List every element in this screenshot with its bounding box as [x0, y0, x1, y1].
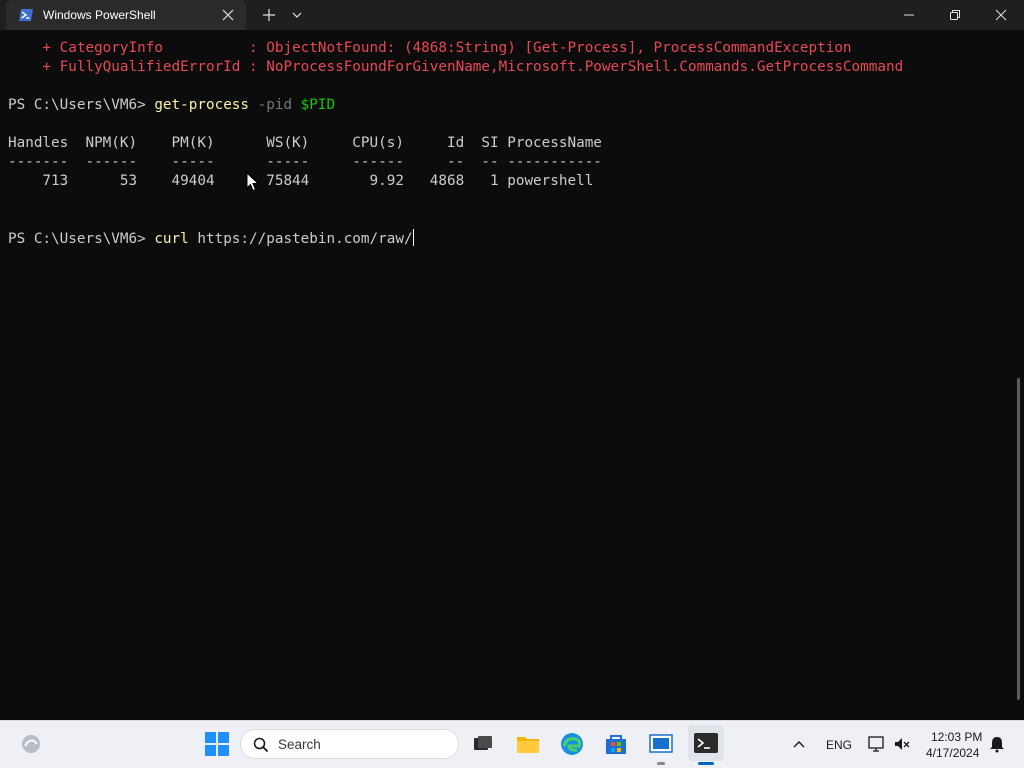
close-tab-icon[interactable]: [221, 8, 235, 22]
clock-date[interactable]: 4/17/2024: [926, 746, 979, 760]
error-fully-qualified-id: + FullyQualifiedErrorId : NoProcessFound…: [8, 59, 904, 75]
start-icon[interactable]: [204, 731, 230, 757]
prompt: PS C:\Users\VM6>: [8, 97, 155, 113]
prompt: PS C:\Users\VM6>: [8, 231, 155, 247]
minimize-icon: [904, 14, 914, 16]
taskbar-search-input[interactable]: Search: [240, 729, 459, 759]
command-line-get-process: PS C:\Users\VM6> get-process -pid $PID: [8, 96, 335, 115]
text-caret: [412, 229, 414, 246]
curl-argument: https://pastebin.com/raw/: [197, 231, 413, 247]
notification-bell-icon[interactable]: [988, 735, 1006, 753]
restore-icon: [950, 10, 960, 20]
task-view-icon[interactable]: [470, 731, 496, 757]
search-placeholder: Search: [278, 737, 321, 752]
close-icon: [995, 9, 1007, 21]
restore-button[interactable]: [932, 0, 978, 30]
cmdlet-curl: curl: [154, 231, 189, 247]
terminal-icon: [694, 733, 718, 753]
file-explorer-icon[interactable]: [515, 731, 541, 757]
command-line-curl: PS C:\Users\VM6> curl https://pastebin.c…: [8, 229, 414, 248]
app-running-indicator: [657, 762, 665, 765]
network-icon[interactable]: [867, 735, 887, 753]
terminal-output[interactable]: + CategoryInfo : ObjectNotFound: (4868:S…: [0, 30, 1016, 720]
edge-icon[interactable]: [559, 731, 585, 757]
close-window-button[interactable]: [978, 0, 1024, 30]
title-bar: Windows PowerShell: [0, 0, 1024, 30]
table-header: Handles NPM(K) PM(K) WS(K) CPU(s) Id SI …: [8, 135, 602, 151]
taskbar: Search ENG 12:03 PM 4/17/2024: [0, 720, 1024, 768]
chevron-down-icon[interactable]: [290, 9, 304, 21]
parameter-pid: -pid: [257, 97, 293, 113]
tab-title: Windows PowerShell: [43, 8, 156, 22]
new-tab-plus-icon[interactable]: [261, 7, 277, 23]
language-indicator[interactable]: ENG: [826, 738, 852, 752]
error-category-info: + CategoryInfo : ObjectNotFound: (4868:S…: [8, 40, 852, 56]
table-row: 713 53 49404 75844 9.92 4868 1 powershel…: [8, 173, 594, 189]
volume-muted-icon[interactable]: [893, 735, 911, 753]
show-hidden-icons-chevron-up-icon[interactable]: [792, 738, 806, 750]
mouse-pointer-icon: [246, 172, 260, 192]
table-separator: ------- ------ ----- ----- ------ -- -- …: [8, 154, 602, 170]
terminal-taskbar-button[interactable]: [688, 725, 724, 761]
widgets-icon[interactable]: [19, 732, 43, 756]
app-icon[interactable]: [648, 731, 674, 757]
terminal-active-indicator: [698, 762, 714, 765]
search-icon: [253, 737, 269, 753]
vertical-scrollbar[interactable]: [1017, 378, 1020, 700]
clock-time[interactable]: 12:03 PM: [931, 730, 982, 744]
variable-pid: $PID: [300, 97, 336, 113]
minimize-button[interactable]: [886, 0, 932, 30]
microsoft-store-icon[interactable]: [603, 731, 629, 757]
tab-windows-powershell[interactable]: Windows PowerShell: [6, 0, 246, 30]
cmdlet-get-process: get-process: [154, 97, 250, 113]
powershell-icon: [19, 9, 33, 21]
